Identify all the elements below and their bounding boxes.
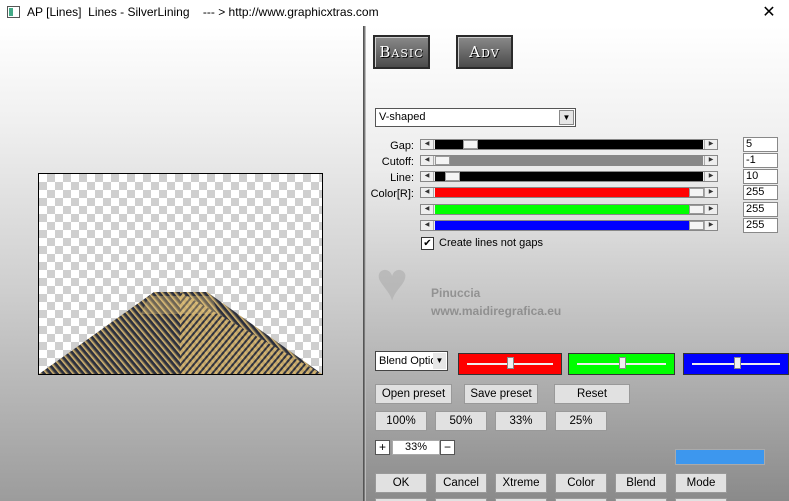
line-value[interactable]: 10 bbox=[743, 169, 778, 184]
arrow-right-icon[interactable]: ▶ bbox=[704, 221, 717, 230]
line-slider-track[interactable] bbox=[435, 172, 703, 181]
zoom-level-field[interactable]: 33% bbox=[392, 440, 440, 455]
chevron-down-icon[interactable]: ▼ bbox=[433, 353, 446, 369]
zoom-50-button[interactable]: 50% bbox=[435, 411, 487, 431]
gap-label: Gap: bbox=[390, 140, 414, 152]
color-g-slider[interactable]: ◀ ▶ bbox=[420, 204, 718, 215]
red-slider-knob[interactable] bbox=[507, 357, 514, 369]
color-b-slider[interactable]: ◀ ▶ bbox=[420, 220, 718, 231]
blue-color-slider[interactable] bbox=[683, 353, 789, 375]
save-preset-button[interactable]: Save preset bbox=[464, 384, 538, 404]
green-color-slider[interactable] bbox=[568, 353, 675, 375]
gap-slider[interactable]: ◀ ▶ bbox=[420, 139, 718, 150]
line-label: Line: bbox=[390, 172, 414, 184]
cutoff-label: Cutoff: bbox=[381, 156, 414, 168]
arrow-right-icon[interactable]: ▶ bbox=[704, 156, 717, 165]
color-b-slider-thumb[interactable] bbox=[689, 221, 704, 230]
color-r-slider-track[interactable] bbox=[435, 188, 704, 197]
blend-button[interactable]: Blend bbox=[615, 473, 667, 493]
app-icon bbox=[7, 6, 20, 18]
xtreme-button[interactable]: Xtreme bbox=[495, 473, 547, 493]
green-slider-knob[interactable] bbox=[619, 357, 626, 369]
arrow-left-icon[interactable]: ◀ bbox=[421, 188, 434, 197]
preview-canvas bbox=[38, 173, 323, 375]
arrow-left-icon[interactable]: ◀ bbox=[421, 205, 434, 214]
zoom-25-button[interactable]: 25% bbox=[555, 411, 607, 431]
watermark-url: www.maidiregrafica.eu bbox=[431, 304, 562, 318]
zoom-100-button[interactable]: 100% bbox=[375, 411, 427, 431]
arrow-right-icon[interactable]: ▶ bbox=[704, 188, 717, 197]
arrow-left-icon[interactable]: ◀ bbox=[421, 156, 434, 165]
arrow-right-icon[interactable]: ▶ bbox=[704, 172, 717, 181]
window-title: AP [Lines] Lines - SilverLining --- > ht… bbox=[27, 5, 379, 19]
blend-dropdown-value: Blend Options bbox=[379, 355, 433, 367]
color-r-label: Color[R]: bbox=[370, 188, 414, 200]
color-button[interactable]: Color bbox=[555, 473, 607, 493]
open-preset-button[interactable]: Open preset bbox=[375, 384, 452, 404]
color-b-value[interactable]: 255 bbox=[743, 218, 778, 233]
reset-button[interactable]: Reset bbox=[554, 384, 630, 404]
cutoff-slider[interactable]: ◀ ▶ bbox=[420, 155, 718, 166]
arrow-right-icon[interactable]: ▶ bbox=[704, 205, 717, 214]
zoom-out-icon[interactable]: − bbox=[440, 440, 455, 455]
color-r-value[interactable]: 255 bbox=[743, 185, 778, 200]
gap-value[interactable]: 5 bbox=[743, 137, 778, 152]
arrow-left-icon[interactable]: ◀ bbox=[421, 172, 434, 181]
chevron-down-icon[interactable]: ▼ bbox=[559, 110, 574, 125]
color-g-value[interactable]: 255 bbox=[743, 202, 778, 217]
color-b-slider-track[interactable] bbox=[435, 221, 704, 230]
close-icon[interactable]: ✕ bbox=[749, 0, 789, 26]
gap-slider-track[interactable] bbox=[435, 140, 703, 149]
basic-button[interactable]: Basic bbox=[373, 35, 430, 69]
blend-dropdown[interactable]: Blend Options ▼ bbox=[375, 351, 448, 371]
control-panel: Basic Adv V-shaped ▼ Gap: ◀ ▶ 5 Cutoff: … bbox=[366, 26, 789, 501]
cutoff-value[interactable]: -1 bbox=[743, 153, 778, 168]
heart-logo-icon: ♥ bbox=[376, 252, 409, 312]
cutoff-slider-thumb[interactable] bbox=[435, 156, 450, 165]
arrow-left-icon[interactable]: ◀ bbox=[421, 140, 434, 149]
ok-button[interactable]: OK bbox=[375, 473, 427, 493]
title-bar: AP [Lines] Lines - SilverLining --- > ht… bbox=[0, 0, 789, 26]
arrow-left-icon[interactable]: ◀ bbox=[421, 221, 434, 230]
color-r-slider[interactable]: ◀ ▶ bbox=[420, 187, 718, 198]
color-swatch[interactable] bbox=[675, 449, 765, 465]
effect-dropdown-value: V-shaped bbox=[379, 111, 426, 123]
watermark-name: Pinuccia bbox=[431, 286, 481, 300]
preview-pane bbox=[0, 26, 363, 501]
v-shape-render bbox=[39, 292, 322, 374]
red-color-slider[interactable] bbox=[458, 353, 562, 375]
cancel-button[interactable]: Cancel bbox=[435, 473, 487, 493]
effect-dropdown[interactable]: V-shaped ▼ bbox=[375, 108, 576, 127]
zoom-33-button[interactable]: 33% bbox=[495, 411, 547, 431]
line-slider-thumb[interactable] bbox=[445, 172, 460, 181]
color-g-slider-track[interactable] bbox=[435, 205, 704, 214]
gap-slider-thumb[interactable] bbox=[463, 140, 478, 149]
arrow-right-icon[interactable]: ▶ bbox=[704, 140, 717, 149]
cutoff-slider-track[interactable] bbox=[435, 156, 703, 165]
watermark: ♥ Pinuccia www.maidiregrafica.eu bbox=[376, 252, 606, 326]
color-r-slider-thumb[interactable] bbox=[689, 188, 704, 197]
mode-button[interactable]: Mode bbox=[675, 473, 727, 493]
adv-button[interactable]: Adv bbox=[456, 35, 513, 69]
create-lines-label: Create lines not gaps bbox=[439, 237, 543, 249]
blue-slider-knob[interactable] bbox=[734, 357, 741, 369]
color-g-slider-thumb[interactable] bbox=[689, 205, 704, 214]
line-slider[interactable]: ◀ ▶ bbox=[420, 171, 718, 182]
zoom-in-icon[interactable]: + bbox=[375, 440, 390, 455]
create-lines-checkbox[interactable]: ✔ bbox=[421, 237, 434, 250]
